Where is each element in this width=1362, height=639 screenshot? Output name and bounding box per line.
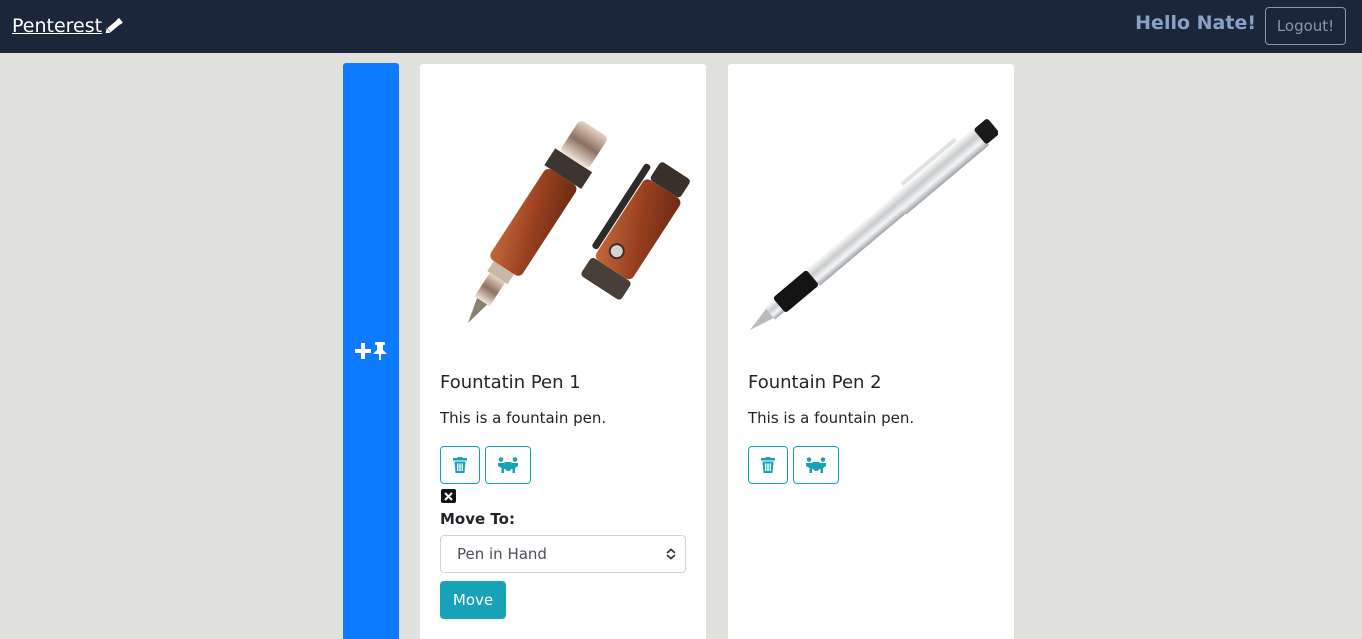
plus-pin-icon <box>355 342 387 360</box>
selected-board: Pen in Hand <box>457 545 547 563</box>
pin-title: Fountatin Pen 1 <box>440 372 581 393</box>
delete-pin-button[interactable] <box>748 446 788 484</box>
people-carry-icon <box>806 457 826 473</box>
pin-card: Fountatin Pen 1 This is a fountain pen. … <box>420 64 706 639</box>
move-pin-button[interactable] <box>485 446 531 484</box>
brand-name: Penterest <box>12 15 103 37</box>
logout-button[interactable]: Logout! <box>1265 7 1346 45</box>
pin-image-wood-fountain-pen <box>468 121 690 323</box>
people-carry-icon <box>498 457 518 473</box>
add-pin-button[interactable] <box>343 63 399 639</box>
trash-icon <box>453 457 467 473</box>
pin-card: Fountain Pen 2 This is a fountain pen. <box>728 64 1014 639</box>
pin-description: This is a fountain pen. <box>440 409 607 427</box>
move-to-label: Move To: <box>440 510 515 528</box>
select-arrows-icon <box>666 548 676 560</box>
pin-image-silver-fountain-pen <box>750 119 998 330</box>
navbar: Penterest Hello Nate! Logout! <box>0 0 1362 53</box>
pencil-icon <box>105 17 123 34</box>
move-submit-button[interactable]: Move <box>440 581 506 619</box>
close-move-form-icon[interactable] <box>441 489 456 503</box>
move-pin-button[interactable] <box>793 446 839 484</box>
brand-link[interactable]: Penterest <box>12 15 125 37</box>
pin-title: Fountain Pen 2 <box>748 372 882 393</box>
delete-pin-button[interactable] <box>440 446 480 484</box>
greeting-text: Hello Nate! <box>1135 12 1256 34</box>
board-select[interactable]: Pen in Hand <box>440 535 686 573</box>
pin-description: This is a fountain pen. <box>748 409 915 427</box>
trash-icon <box>761 457 775 473</box>
